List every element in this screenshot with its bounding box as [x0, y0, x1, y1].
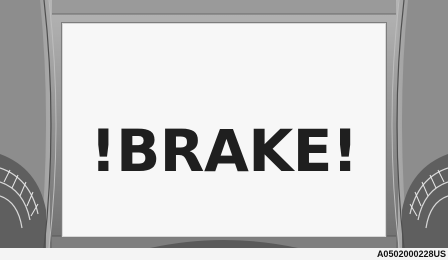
left-gauge-icon — [0, 0, 57, 248]
cluster-display-screen: !BRAKE! — [61, 22, 387, 238]
right-gauge-icon — [391, 0, 448, 248]
instrument-cluster-illustration: !BRAKE! A0502000228US — [0, 0, 448, 260]
figure-reference-code: A0502000228US — [376, 249, 446, 259]
brake-warning-message: !BRAKE! — [90, 117, 358, 185]
